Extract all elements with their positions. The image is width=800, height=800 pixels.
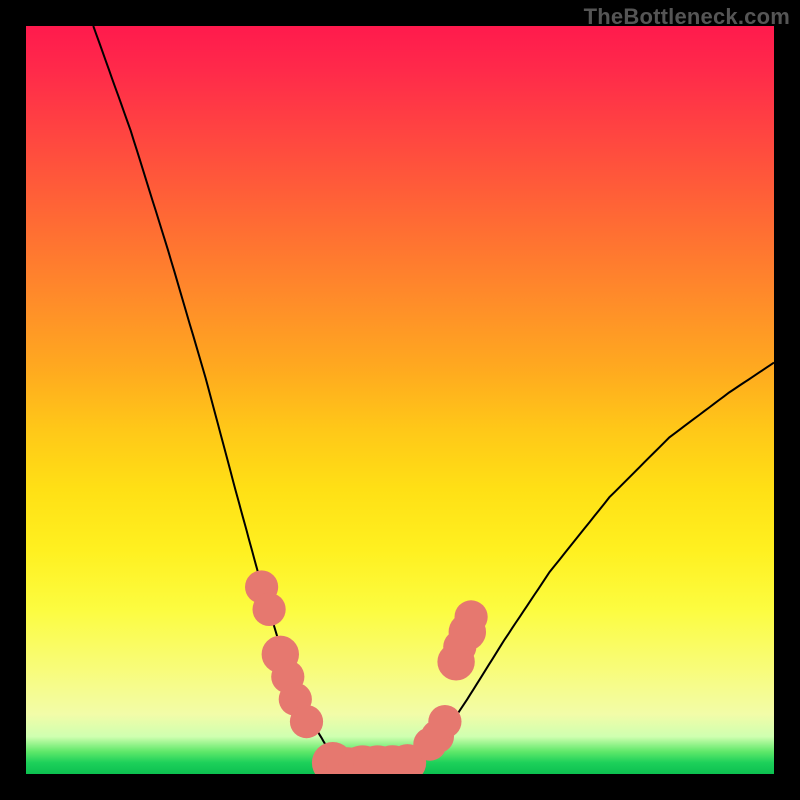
chart-container: TheBottleneck.com <box>0 0 800 800</box>
marker-point <box>428 705 461 738</box>
marker-point <box>290 705 323 738</box>
marker-point <box>253 593 286 626</box>
marker-point <box>455 600 488 633</box>
plot-area <box>26 26 774 774</box>
bottleneck-curve <box>93 26 774 774</box>
watermark: TheBottleneck.com <box>584 4 790 30</box>
chart-svg <box>26 26 774 774</box>
data-markers <box>245 570 488 774</box>
